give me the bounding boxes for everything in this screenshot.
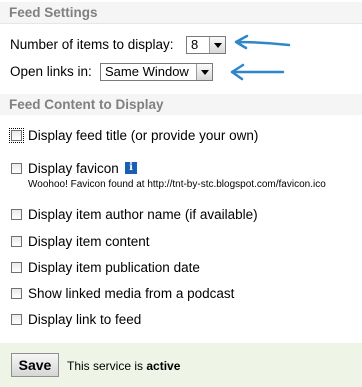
display-publication-date-checkbox[interactable]	[11, 262, 22, 273]
service-status-text: This service is	[67, 359, 144, 373]
display-feed-title-label[interactable]: Display feed title (or provide your own)	[28, 128, 258, 143]
service-status-value: active	[146, 359, 181, 373]
display-favicon-label[interactable]: Display favicon	[28, 161, 119, 176]
items-count-select[interactable]: 8	[186, 36, 226, 54]
info-icon[interactable]: i	[125, 162, 137, 174]
display-link-to-feed-label[interactable]: Display link to feed	[28, 312, 141, 327]
show-podcast-media-checkbox[interactable]	[11, 288, 22, 299]
display-author-checkbox[interactable]	[11, 209, 22, 220]
service-status: This service is active	[67, 359, 180, 373]
chevron-down-icon[interactable]	[196, 64, 212, 80]
display-author-label[interactable]: Display item author name (if available)	[28, 207, 258, 222]
save-button[interactable]: Save	[11, 353, 59, 377]
open-links-label: Open links in:	[10, 64, 92, 79]
annotation-arrow-icon	[234, 34, 291, 50]
open-links-value: Same Window	[105, 64, 189, 79]
items-count-value: 8	[191, 37, 199, 52]
chevron-down-icon[interactable]	[209, 37, 225, 53]
display-feed-title-checkbox[interactable]	[9, 128, 24, 143]
feed-content-header: Feed Content to Display	[0, 93, 362, 115]
feed-settings-header: Feed Settings	[0, 2, 362, 24]
display-favicon-checkbox[interactable]	[11, 163, 22, 174]
display-item-content-checkbox[interactable]	[11, 236, 22, 247]
annotation-arrow-icon	[230, 63, 285, 81]
open-links-select[interactable]: Same Window	[100, 63, 213, 81]
display-item-content-label[interactable]: Display item content	[28, 234, 150, 249]
show-podcast-media-label[interactable]: Show linked media from a podcast	[28, 286, 234, 301]
favicon-found-note: Woohoo! Favicon found at http://tnt-by-s…	[28, 179, 326, 190]
display-link-to-feed-checkbox[interactable]	[11, 314, 22, 325]
display-publication-date-label[interactable]: Display item publication date	[28, 260, 200, 275]
annotation-arrows	[230, 34, 291, 81]
items-to-display-label: Number of items to display:	[10, 37, 174, 52]
